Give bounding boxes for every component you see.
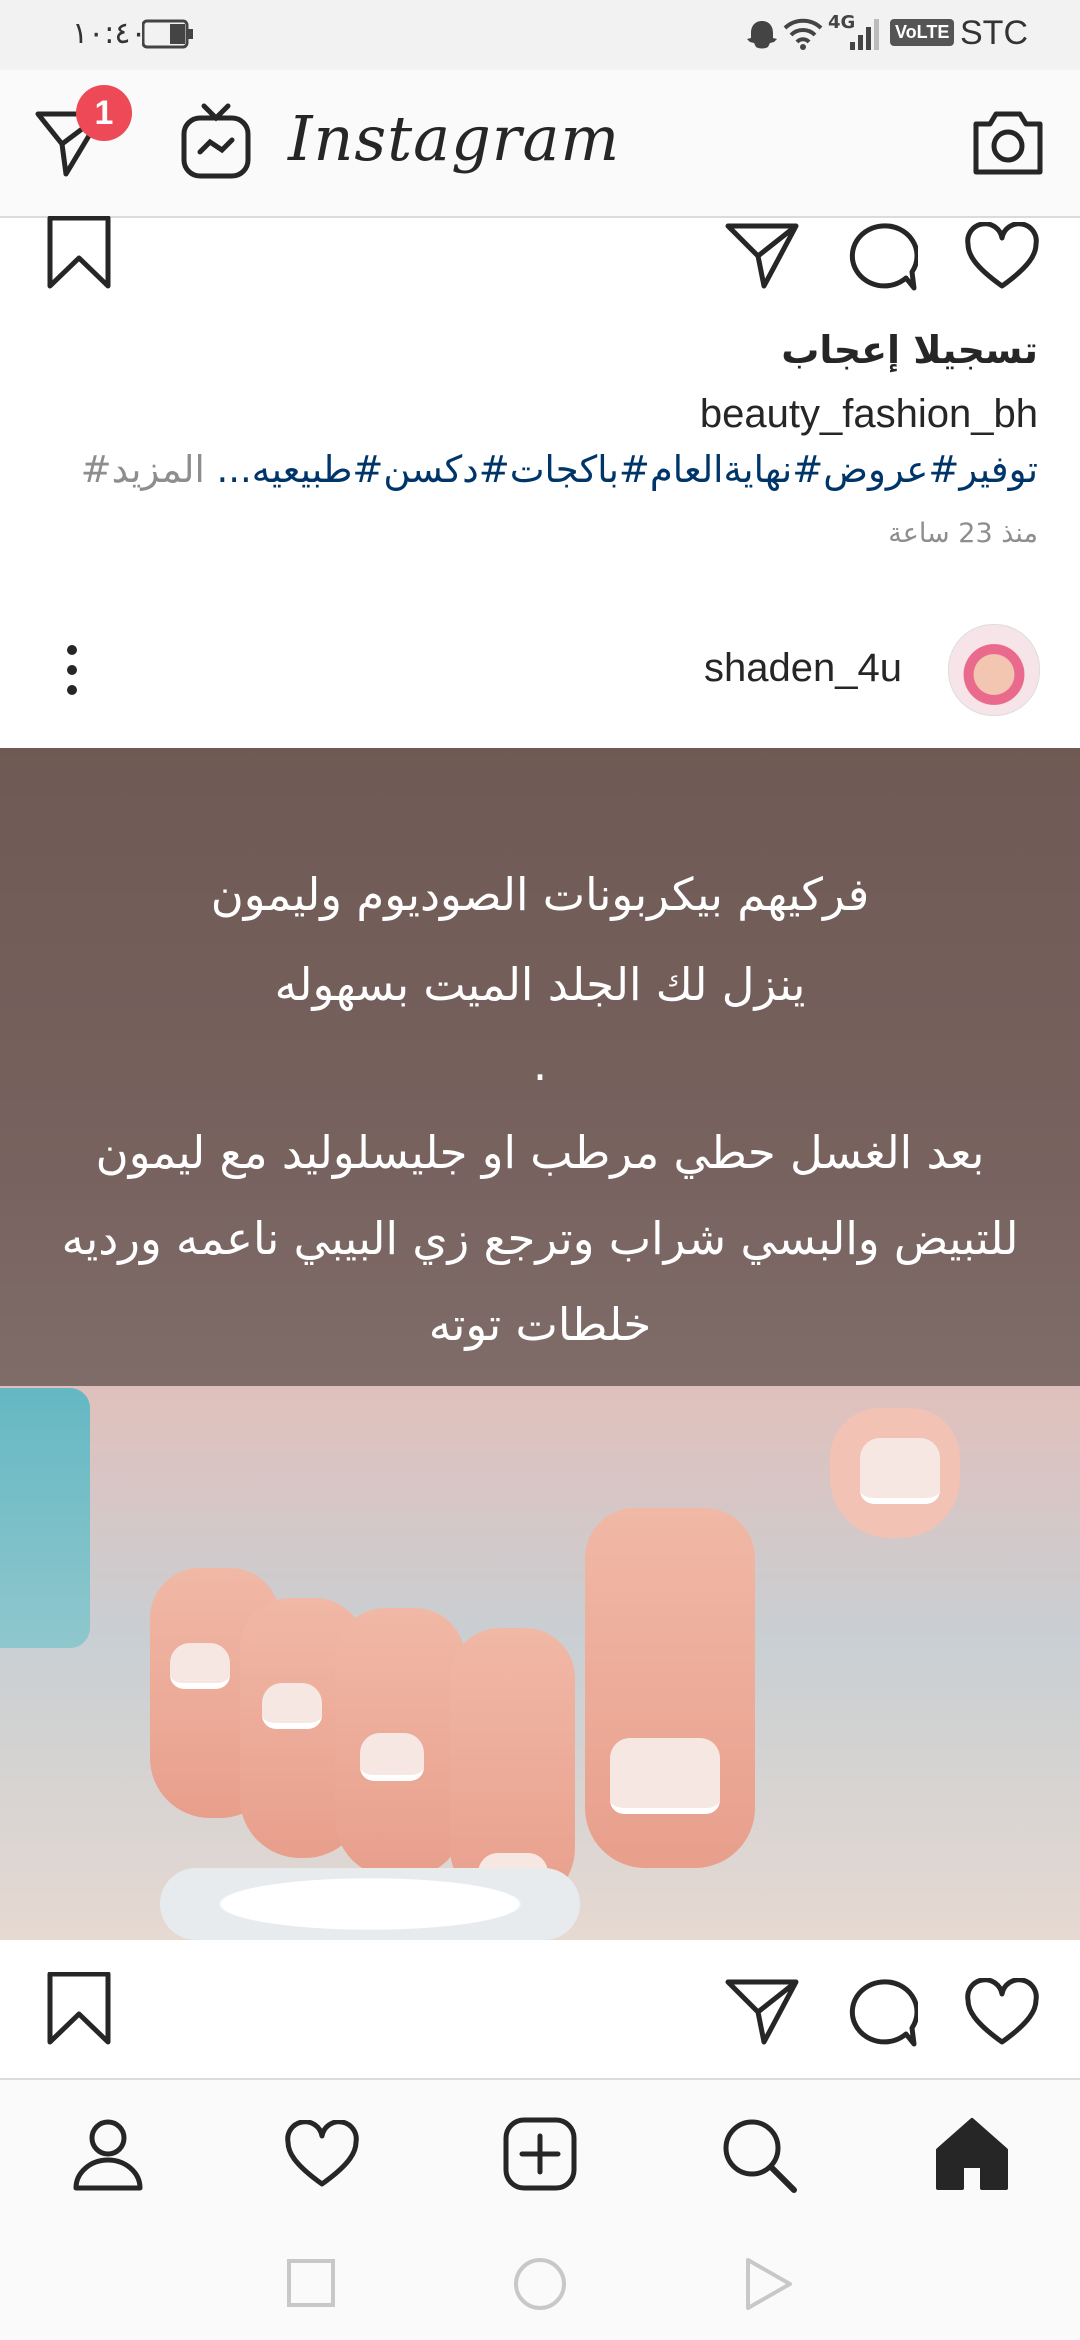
carrier-name: STC (960, 14, 1028, 52)
bookmark-icon[interactable] (46, 1972, 112, 2046)
post-action-bar (0, 1972, 1080, 2062)
image-nail (262, 1683, 322, 1729)
overlay-text-line: . (532, 1038, 548, 1091)
bookmark-icon[interactable] (46, 216, 112, 290)
search-icon[interactable] (718, 2114, 798, 2194)
bottom-navigation (0, 2078, 1080, 2224)
more-link[interactable]: المزيد# (81, 448, 205, 491)
home-icon[interactable] (934, 2116, 1010, 2192)
activity-heart-icon[interactable] (284, 2120, 360, 2190)
like-heart-icon[interactable] (964, 222, 1040, 292)
share-icon[interactable] (724, 222, 800, 290)
image-nail (360, 1733, 424, 1781)
post-timestamp: منذ 23 ساعة (888, 518, 1038, 549)
overlay-text-line: بعد الغسل حطي مرطب او جليسلوليد مع ليمون (95, 1126, 985, 1179)
system-navigation-bar (0, 2222, 1080, 2340)
image-nail (610, 1738, 720, 1814)
igtv-icon[interactable] (180, 102, 252, 182)
more-options-icon[interactable] (62, 644, 82, 696)
overlay-text-line: ينزل لك الجلد الميت بسهوله (274, 958, 806, 1011)
caption-username[interactable]: beauty_fashion_bh (700, 392, 1038, 437)
top-app-bar: 1 Instagram (0, 70, 1080, 218)
share-icon[interactable] (724, 1978, 800, 2046)
hashtag-text[interactable]: توفير#عروض#نهاية‌العام#باكجات#دكسن#طبيعي… (217, 448, 1038, 491)
home-circle-icon[interactable] (512, 2256, 568, 2312)
image-flowers (160, 1868, 580, 1940)
snapchat-icon (747, 21, 777, 49)
comment-icon[interactable] (846, 1978, 918, 2050)
image-toe (585, 1508, 755, 1868)
signal-icon (850, 19, 879, 50)
post-action-bar (0, 216, 1080, 306)
new-post-icon[interactable] (502, 2116, 578, 2192)
overlay-text-line: للتبيض والبسي شراب وترجع زي البيبي ناعمه… (61, 1212, 1019, 1265)
caption-hashtags: توفير#عروض#نهاية‌العام#باكجات#دكسن#طبيعي… (81, 448, 1038, 491)
likes-count[interactable]: تسجيلا إعجاب (781, 328, 1038, 372)
notification-badge: 1 (76, 85, 132, 141)
profile-icon[interactable] (70, 2116, 146, 2192)
volte-badge: VoLTE (890, 19, 955, 46)
overlay-text-line: فركيهم بيكربونات الصوديوم وليمون (210, 868, 870, 921)
image-nail (860, 1438, 940, 1504)
status-bar: ١٠:٤٠ 4G VoLTE STC (0, 0, 1080, 70)
comment-icon[interactable] (846, 222, 918, 294)
text-overlay: فركيهم بيكربونات الصوديوم وليمون ينزل لك… (0, 748, 1080, 1386)
status-time: ١٠:٤٠ (72, 16, 147, 51)
back-icon[interactable] (744, 2256, 794, 2312)
post-image[interactable]: فركيهم بيكربونات الصوديوم وليمون ينزل لك… (0, 748, 1080, 1940)
wifi-icon (783, 18, 823, 50)
app-logo: Instagram (288, 102, 621, 175)
camera-icon[interactable] (970, 106, 1046, 178)
post-username[interactable]: shaden_4u (704, 646, 902, 691)
image-nail (170, 1643, 230, 1689)
battery-icon (142, 19, 193, 49)
image-brush (0, 1388, 90, 1648)
like-heart-icon[interactable] (964, 1978, 1040, 2048)
overlay-text-line: خلطات توته (428, 1298, 652, 1351)
avatar[interactable] (948, 624, 1040, 716)
recents-icon[interactable] (286, 2258, 336, 2308)
